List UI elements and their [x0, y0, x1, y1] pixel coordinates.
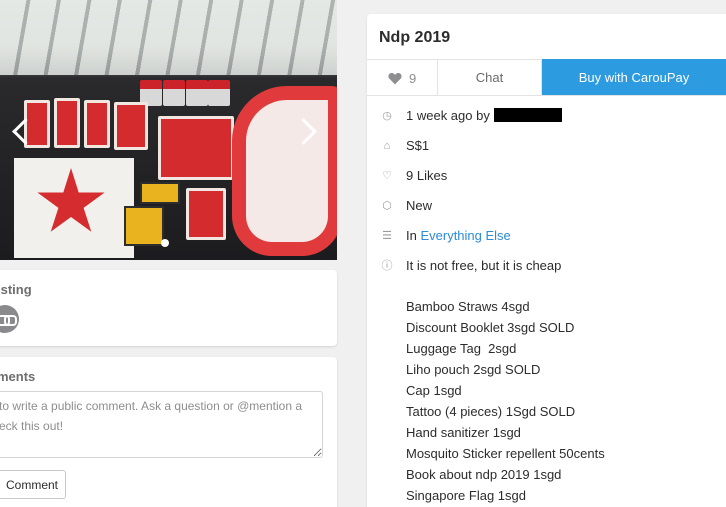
photo-item [208, 80, 230, 106]
description-item: Cap 1sgd [406, 383, 462, 398]
photo-item [114, 102, 148, 150]
description-item: Discount Booklet 3sgd SOLD [406, 320, 575, 335]
category-prefix: In [406, 228, 417, 243]
description-item: Hand sanitizer 1sgd [406, 425, 521, 440]
description-item: Singapore Flag 1sgd [406, 488, 526, 503]
listing-actions-bar: 9 Chat Buy with CarouPay [367, 59, 726, 96]
listing-title: Ndp 2019 [379, 29, 451, 46]
photo-item [232, 86, 337, 256]
photo-item [186, 188, 226, 240]
like-count: 9 [409, 71, 417, 86]
photo-item [140, 182, 180, 204]
description-item: Book about ndp 2019 1sgd [406, 467, 562, 482]
info-icon: ⓘ [381, 260, 393, 272]
description-item: Mosquito Sticker repellent 50cents [406, 446, 605, 461]
carousel-indicator-dot[interactable] [161, 239, 169, 247]
photo-item [163, 80, 185, 106]
price-tag-icon: ⌂ [383, 140, 391, 152]
box-icon: ⬡ [382, 200, 392, 212]
share-listing-card: isting [0, 270, 337, 346]
description-item: Liho pouch 2sgd SOLD [406, 362, 541, 377]
photo-item [14, 158, 134, 258]
clock-icon: ◷ [382, 110, 392, 122]
description-items: Bamboo Straws 4sgd Discount Booklet 3sgd … [406, 296, 605, 506]
description-tagline: It is not free, but it is cheap [406, 258, 562, 273]
listing-details-card: Ndp 2019 9 Chat Buy with CarouPay ◷ 1 we… [367, 14, 726, 507]
heart-icon [388, 72, 402, 85]
like-button[interactable]: 9 [367, 60, 438, 95]
share-listing-heading: isting [0, 282, 32, 297]
divider [367, 95, 726, 96]
photo-item [124, 206, 164, 246]
likes-row: ♡ 9 Likes [367, 167, 726, 187]
listing-photo-carousel[interactable] [0, 0, 337, 260]
photo-item [158, 116, 234, 180]
price-row: ⌂ S$1 [367, 137, 726, 157]
posted-text: 1 week ago by [406, 108, 563, 123]
description-item: Bamboo Straws 4sgd [406, 299, 530, 314]
list-icon: ☰ [382, 230, 392, 242]
comments-heading: ments [0, 369, 36, 384]
price-text: S$1 [406, 138, 430, 153]
posted-time: 1 week ago by [406, 108, 490, 123]
photo-item [186, 80, 208, 106]
condition-text: New [406, 198, 433, 213]
comment-button[interactable]: Comment [0, 470, 66, 499]
condition-row: ⬡ New [367, 197, 726, 217]
comments-card: ments Comment [0, 357, 337, 507]
comment-input[interactable] [0, 391, 323, 458]
photo-background [0, 0, 337, 75]
heart-outline-icon: ♡ [382, 170, 392, 182]
buy-with-caroupay-button[interactable]: Buy with CarouPay [542, 59, 726, 96]
description-row: ⓘ It is not free, but it is cheap [367, 257, 726, 277]
photo-item [84, 100, 110, 148]
posted-row: ◷ 1 week ago by [367, 107, 726, 127]
category-row: ☰ In Everything Else [367, 227, 726, 247]
next-photo-arrow-icon[interactable] [296, 118, 318, 144]
redacted-seller[interactable] [494, 108, 563, 122]
chat-button[interactable]: Chat [438, 60, 542, 95]
description-item: Tattoo (4 pieces) 1Sgd SOLD [406, 404, 576, 419]
link-icon[interactable] [0, 305, 19, 333]
description-item: Luggage Tag 2sgd [406, 341, 517, 356]
likes-text: 9 Likes [406, 168, 448, 183]
previous-photo-arrow-icon[interactable] [8, 118, 30, 144]
category-text: In Everything Else [406, 228, 511, 243]
category-link[interactable]: Everything Else [420, 228, 510, 243]
photo-item [54, 98, 80, 148]
